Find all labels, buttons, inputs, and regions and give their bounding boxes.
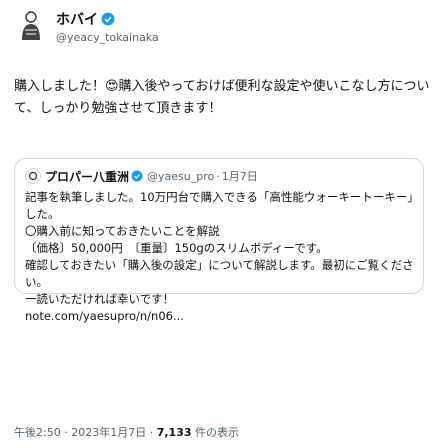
author-handle[interactable]: @yeacy_tokainaka <box>56 31 159 44</box>
verified-badge-icon <box>101 12 115 26</box>
quoted-line: 記事を執筆しました。10万円台で購入できる「高性能ウォーキートーキー」を紹介しま <box>25 190 413 204</box>
quoted-link[interactable]: note.com/yaesupro/n/n06... <box>25 308 413 325</box>
quoted-line: 〔価格〕50,000円 〔重量〕150gのスリムボディーです。 <box>25 241 328 255</box>
quoted-line: した。 <box>25 207 60 221</box>
separator-dot: · <box>216 169 220 183</box>
quoted-line: い。 <box>25 275 48 289</box>
tweet-date[interactable]: 2023年1月7日 <box>71 426 146 439</box>
view-count-label: 件の表示 <box>195 426 239 439</box>
view-count: 7,133 <box>156 426 192 439</box>
quoted-line: 一読いただければ幸いです！ <box>25 292 175 306</box>
quoted-author-name: プロパー八重洲 <box>45 169 130 184</box>
quoted-line: 確認しておきたい「購入後の設定」について解説します。最初にご覧ください <box>25 258 413 272</box>
verified-badge-icon <box>131 170 143 182</box>
author-avatar[interactable] <box>14 10 48 44</box>
quoted-date: 1月7日 <box>221 170 258 183</box>
quoted-tweet[interactable]: プロパー八重洲 @yaesu_pro · 1月7日 記事を執筆しました。10万円… <box>14 158 424 323</box>
profile-icon <box>28 171 38 181</box>
quoted-author-avatar[interactable] <box>25 168 41 184</box>
author-display-name[interactable]: ホバイ <box>56 9 98 29</box>
tweet-meta: 午後2:50 · 2023年1月7日 · 7,133 件の表示 <box>14 424 239 440</box>
quoted-line: 〇購入前に知っておきたいことを解説 <box>25 224 220 238</box>
tweet-text: 購入しました！😍購入後やっておけば便利な設定や使いこなし方について、しっかり勉強… <box>14 79 430 116</box>
tweet-time[interactable]: 午後2:50 <box>14 426 61 439</box>
tweet-header: ホバイ @yeacy_tokainaka <box>14 8 159 58</box>
meta-separator: · <box>149 426 157 439</box>
quoted-tweet-body: 記事を執筆しました。10万円台で購入できる「高性能ウォーキートーキー」を紹介しま… <box>25 189 413 325</box>
person-icon <box>22 11 40 40</box>
quoted-author-handle: @yaesu_pro <box>147 169 215 183</box>
